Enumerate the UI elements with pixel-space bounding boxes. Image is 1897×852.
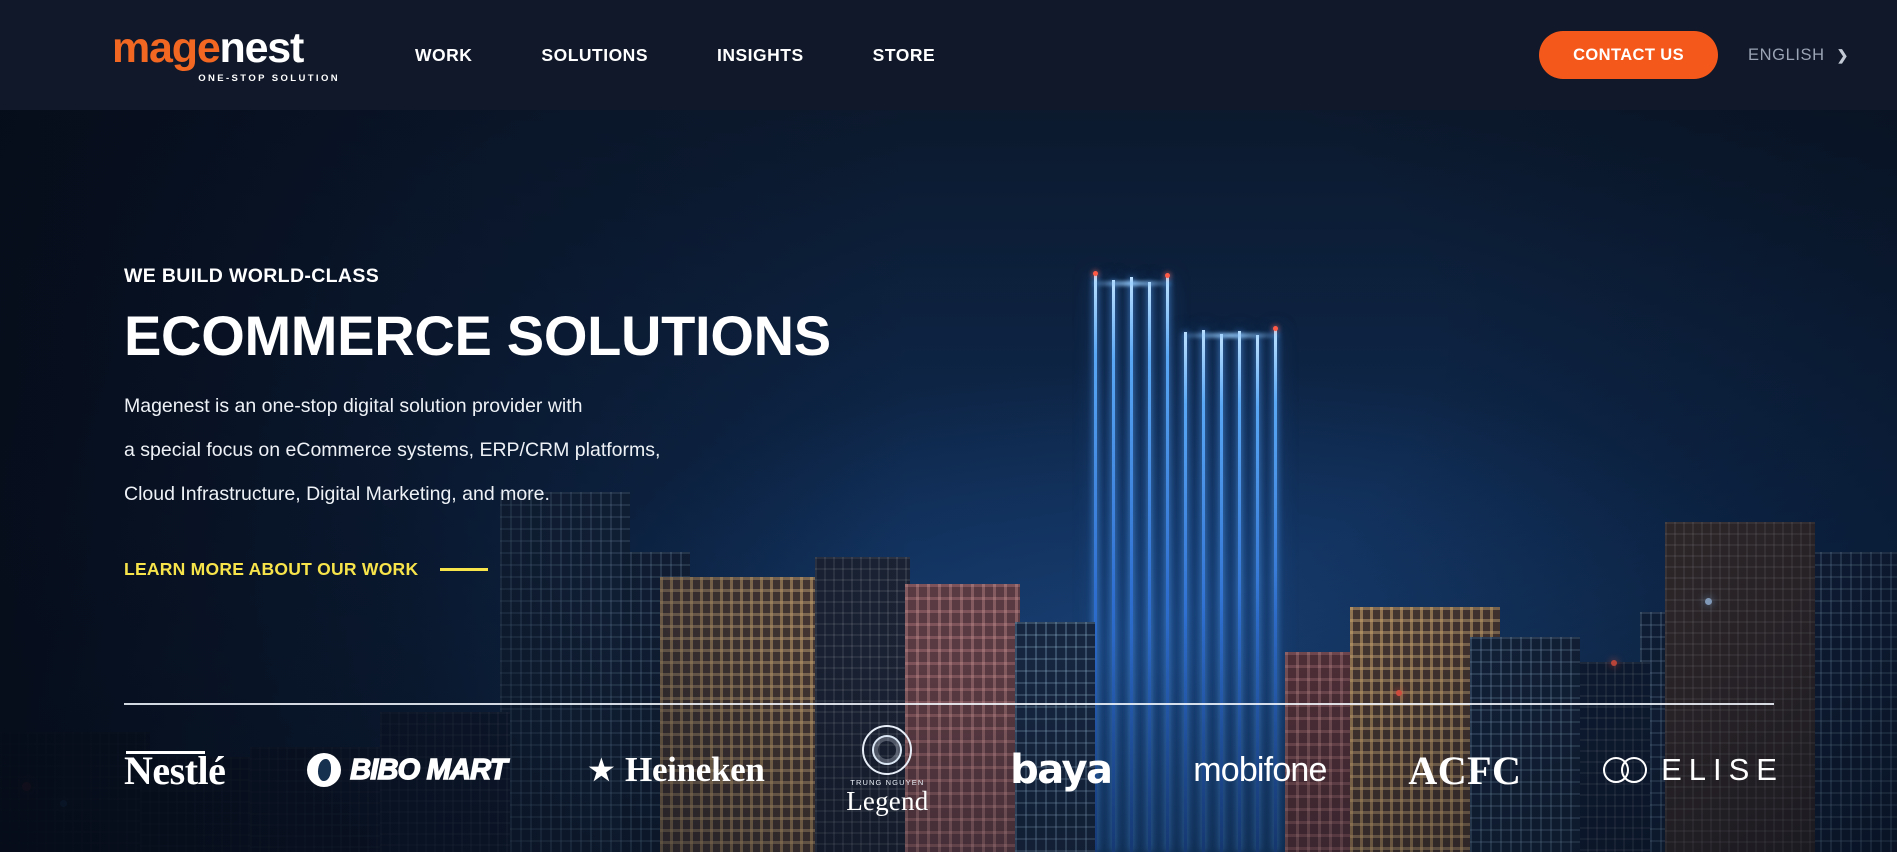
brand-logo-nestle[interactable]: Nestlé [124, 747, 226, 794]
client-logo-strip: Nestlé BIBO MART ★ Heineken TRUNG NGUYEN… [124, 720, 1784, 820]
nav-item-work[interactable]: WORK [415, 45, 472, 66]
elise-label: ELISE [1661, 752, 1784, 787]
brands-divider [124, 703, 1774, 705]
nav-item-insights[interactable]: INSIGHTS [717, 45, 804, 66]
brand-logo-trungnguyen-legend[interactable]: TRUNG NGUYEN Legend [846, 725, 928, 815]
legend-emblem-icon [862, 725, 913, 775]
bibomart-mark-icon [307, 753, 342, 787]
bibomart-label: BIBO MART [349, 753, 508, 786]
hero-section: WE BUILD WORLD-CLASS ECOMMERCE SOLUTIONS… [124, 265, 831, 580]
nav-item-solutions[interactable]: SOLUTIONS [541, 45, 648, 66]
logo-nest-text: nest [219, 24, 305, 72]
hero-paragraph-line: a special focus on eCommerce systems, ER… [124, 439, 661, 462]
legend-label: Legend [846, 786, 929, 816]
brand-logo-mobifone[interactable]: mobifone [1193, 751, 1327, 790]
brand-logo-bibomart[interactable]: BIBO MART [307, 753, 508, 787]
hero-headline: ECOMMERCE SOLUTIONS [124, 304, 831, 367]
language-label: ENGLISH [1748, 45, 1825, 64]
page-root: magenest ONE-STOP SOLUTION WORK SOLUTION… [0, 0, 1897, 852]
logo-mage-text: mage [112, 24, 221, 72]
star-icon: ★ [588, 754, 615, 787]
brand-logo-baya[interactable]: baya [1010, 747, 1113, 793]
brand-logo-acfc[interactable]: ACFC [1408, 747, 1521, 794]
language-selector[interactable]: ENGLISH ❯ [1748, 46, 1849, 65]
brand-logo-heineken[interactable]: ★ Heineken [588, 750, 765, 790]
brand-logo-elise[interactable]: ELISE [1603, 752, 1784, 788]
header-actions: CONTACT US ENGLISH ❯ [1539, 0, 1849, 110]
hero-paragraph-line: Cloud Infrastructure, Digital Marketing,… [124, 483, 550, 506]
hero-paragraph-line: Magenest is an one-stop digital solution… [124, 395, 583, 418]
hero-paragraph: Magenest is an one-stop digital solution… [124, 385, 831, 517]
primary-navigation: WORK SOLUTIONS INSIGHTS STORE [415, 0, 935, 110]
heineken-label: Heineken [625, 750, 765, 789]
logo-wordmark: magenest [112, 27, 340, 70]
site-logo[interactable]: magenest ONE-STOP SOLUTION [112, 27, 340, 85]
logo-tagline: ONE-STOP SOLUTION [198, 73, 340, 84]
nav-item-store[interactable]: STORE [873, 45, 935, 66]
learn-more-label: LEARN MORE ABOUT OUR WORK [124, 558, 419, 579]
elise-rings-icon [1603, 757, 1649, 783]
contact-us-button[interactable]: CONTACT US [1539, 31, 1719, 79]
arrow-rule-icon [440, 567, 489, 571]
learn-more-link[interactable]: LEARN MORE ABOUT OUR WORK [124, 558, 489, 580]
site-header: magenest ONE-STOP SOLUTION WORK SOLUTION… [0, 0, 1897, 110]
chevron-right-icon: ❯ [1836, 46, 1849, 63]
hero-eyebrow: WE BUILD WORLD-CLASS [124, 265, 380, 287]
